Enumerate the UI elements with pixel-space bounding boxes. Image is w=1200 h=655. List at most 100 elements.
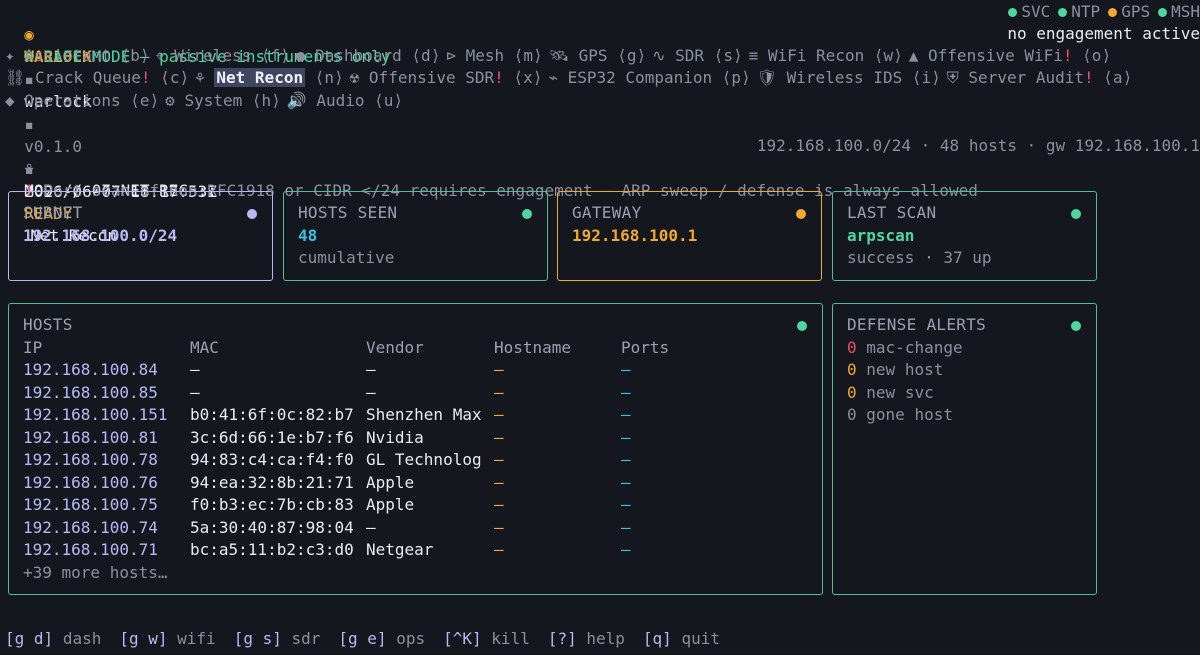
keybind-label: wifi xyxy=(177,629,216,648)
table-row[interactable]: 192.168.100.75 f0:b3:ec:7b:cb:83 Apple — — xyxy=(23,494,701,517)
nav-item-dashboard[interactable]: ● Dashboard ⟨d⟩ xyxy=(296,46,441,65)
table-row[interactable]: 192.168.100.85 — — — — xyxy=(23,382,701,405)
nav-shortcut: ⟨g⟩ xyxy=(617,46,647,65)
table-row[interactable]: 192.168.100.78 94:83:c4:ca:f4:f0 GL Techno… xyxy=(23,449,701,472)
cell-ip: 192.168.100.85 xyxy=(23,382,158,402)
table-row[interactable]: 192.168.100.71 bc:a5:11:b2:c3:d0 Netgear — — xyxy=(23,539,701,562)
alert-item: 0 new host xyxy=(847,359,1082,382)
nav-item-offensive-wifi[interactable]: ▲ Offensive WiFi! ⟨o⟩ xyxy=(909,46,1111,65)
cell-vendor: Apple xyxy=(366,472,415,492)
nav-label: Offensive WiFi xyxy=(928,46,1063,65)
nav-shortcut: ⟨u⟩ xyxy=(374,91,404,110)
cell-hostname: — xyxy=(494,495,504,514)
table-row[interactable]: 192.168.100.74 5a:30:40:87:98:04 — — — xyxy=(23,517,701,540)
cell-hostname: — xyxy=(494,540,504,559)
table-row[interactable]: 192.168.100.84 — — — — xyxy=(23,359,701,382)
cell-ip: 192.168.100.75 xyxy=(23,495,158,514)
card-label: LAST SCAN xyxy=(847,203,937,222)
keybind-label: help xyxy=(586,629,625,648)
status-gps: GPS xyxy=(1108,2,1150,21)
keybind-dash[interactable]: [g d] dash xyxy=(5,629,101,648)
nav-icon: ⊳ xyxy=(446,46,456,65)
nav-icon: ☢ xyxy=(349,68,360,87)
nav-item-net-recon[interactable]: ⚘ Net Recon ⟨n⟩ xyxy=(195,68,344,87)
status-dot-icon xyxy=(1108,7,1118,17)
nav-item-assistant[interactable]: ✦ Assistant ⟨b⟩ xyxy=(5,46,150,65)
cell-ports: — xyxy=(621,405,631,424)
nav-label: Server Audit xyxy=(968,68,1085,87)
column-header[interactable]: MAC xyxy=(190,337,366,360)
nav-item-wireless[interactable]: ⌖ Wireless ⟨f⟩ xyxy=(156,46,290,65)
table-row[interactable]: 192.168.100.151 b0:41:6f:0c:82:b7 Shenzhen… xyxy=(23,404,701,427)
nav-item-crack-queue[interactable]: ⛓ Crack Queue! ⟨c⟩ xyxy=(5,68,189,87)
nav-item-operations[interactable]: ◆ Operations ⟨e⟩ xyxy=(5,91,159,110)
alert-count: 0 xyxy=(847,382,857,402)
column-header[interactable]: Hostname xyxy=(494,337,621,360)
nav-icon: ≡ xyxy=(748,46,759,65)
cell-ports: — xyxy=(621,517,631,537)
keybind-ops[interactable]: [g e] ops xyxy=(338,629,425,648)
nav-item-esp32-companion[interactable]: ⌁ ESP32 Companion ⟨p⟩ xyxy=(548,68,750,87)
column-header[interactable]: IP xyxy=(23,337,190,360)
nav-icon: ⛓ xyxy=(5,68,26,87)
keybind-wifi[interactable]: [g w] wifi xyxy=(119,629,215,648)
card-label: SUBNET xyxy=(23,203,83,222)
nav-item-wireless-ids[interactable]: 🛡 Wireless IDS ⟨i⟩ xyxy=(757,68,941,87)
keybind-label: dash xyxy=(62,629,102,648)
keybind-label: sdr xyxy=(291,629,321,648)
cell-hostname: — xyxy=(494,517,504,537)
cell-vendor: GL Technolog xyxy=(366,450,482,469)
nav-label: Operations xyxy=(24,91,121,110)
nav-item-wifi-recon[interactable]: ≡ WiFi Recon ⟨w⟩ xyxy=(749,46,903,65)
keybind-sdr[interactable]: [g s] sdr xyxy=(234,629,321,648)
table-row[interactable]: 192.168.100.81 3c:6d:66:1e:b7:f6 Nvidia — — xyxy=(23,427,701,450)
card-gateway: GATEWAY 192.168.100.1 xyxy=(557,191,822,281)
cell-vendor: Netgear xyxy=(366,540,434,559)
keybind-quit[interactable]: [q] quit xyxy=(643,629,720,648)
engagement-status: no engagement active xyxy=(1007,24,1200,43)
nav-label: Assistant xyxy=(24,46,111,65)
table-row[interactable]: 192.168.100.76 94:ea:32:8b:21:71 Apple — — xyxy=(23,472,701,495)
status-dot-icon xyxy=(1071,209,1081,219)
nav-label: SDR xyxy=(675,46,705,65)
nav-icon: ▲ xyxy=(908,46,919,65)
status-indicators: SVC NTP GPS MSH xyxy=(1000,1,1200,24)
cell-mac: b0:41:6f:0c:82:b7 xyxy=(190,405,354,424)
nav-item-server-audit[interactable]: ⛨ Server Audit! ⟨a⟩ xyxy=(947,68,1132,87)
danger-marker-icon: ! xyxy=(140,68,151,87)
cell-hostname: — xyxy=(494,382,504,402)
nav-item-offensive-sdr[interactable]: ☢ Offensive SDR! ⟨x⟩ xyxy=(350,68,543,87)
column-header[interactable]: Vendor xyxy=(366,337,494,360)
cell-ip: 192.168.100.71 xyxy=(23,540,158,559)
alert-item: 0 gone host xyxy=(847,404,1082,427)
panel-title: DEFENSE ALERTS xyxy=(847,315,987,334)
nav-row-1: ✦ Assistant ⟨b⟩ ⌖ Wireless ⟨f⟩ ● Dashboard… xyxy=(5,45,1195,68)
nav-item-system[interactable]: ⚙ System ⟨h⟩ xyxy=(165,91,281,110)
nav-row-3: ◆ Operations ⟨e⟩ ⚙ System ⟨h⟩ 🔊 Audio ⟨u⟩ xyxy=(5,90,1195,113)
column-header[interactable]: Ports xyxy=(621,337,701,360)
keybind-key: [g w] xyxy=(119,629,168,648)
cell-ports: — xyxy=(621,360,631,379)
keybind-kill[interactable]: [^K] kill xyxy=(443,629,530,648)
keybind-help[interactable]: [?] help xyxy=(548,629,625,648)
panel-title: HOSTS xyxy=(23,315,73,334)
nav-shortcut: ⟨s⟩ xyxy=(713,46,743,65)
more-hosts-link[interactable]: +39 more hosts… xyxy=(23,562,808,585)
nav-item-sdr[interactable]: ∿ SDR ⟨s⟩ xyxy=(652,46,743,65)
nav-item-gps[interactable]: 🛰 GPS ⟨g⟩ xyxy=(549,46,646,65)
cell-ports: — xyxy=(621,450,631,469)
cell-ports: — xyxy=(621,495,631,514)
nav-shortcut: ⟨e⟩ xyxy=(130,91,160,110)
danger-marker-icon: ! xyxy=(1062,46,1073,65)
cell-vendor: Nvidia xyxy=(366,427,424,447)
status-dot-icon xyxy=(1071,321,1081,331)
card-sub: success · 37 up xyxy=(847,248,992,267)
nav-label: Mesh xyxy=(465,46,505,65)
status-label: SVC xyxy=(1021,2,1051,21)
cell-mac: 5a:30:40:87:98:04 xyxy=(190,517,354,537)
nav-label: Audio xyxy=(316,91,365,110)
nav-item-mesh[interactable]: ⊳ Mesh ⟨m⟩ xyxy=(446,46,542,65)
keybind-key: [g s] xyxy=(233,629,282,648)
keybind-footer: [g d] dash [g w] wifi [g s] sdr [g e] ops [^… xyxy=(5,628,738,651)
nav-item-audio[interactable]: 🔊 Audio ⟨u⟩ xyxy=(287,91,403,110)
